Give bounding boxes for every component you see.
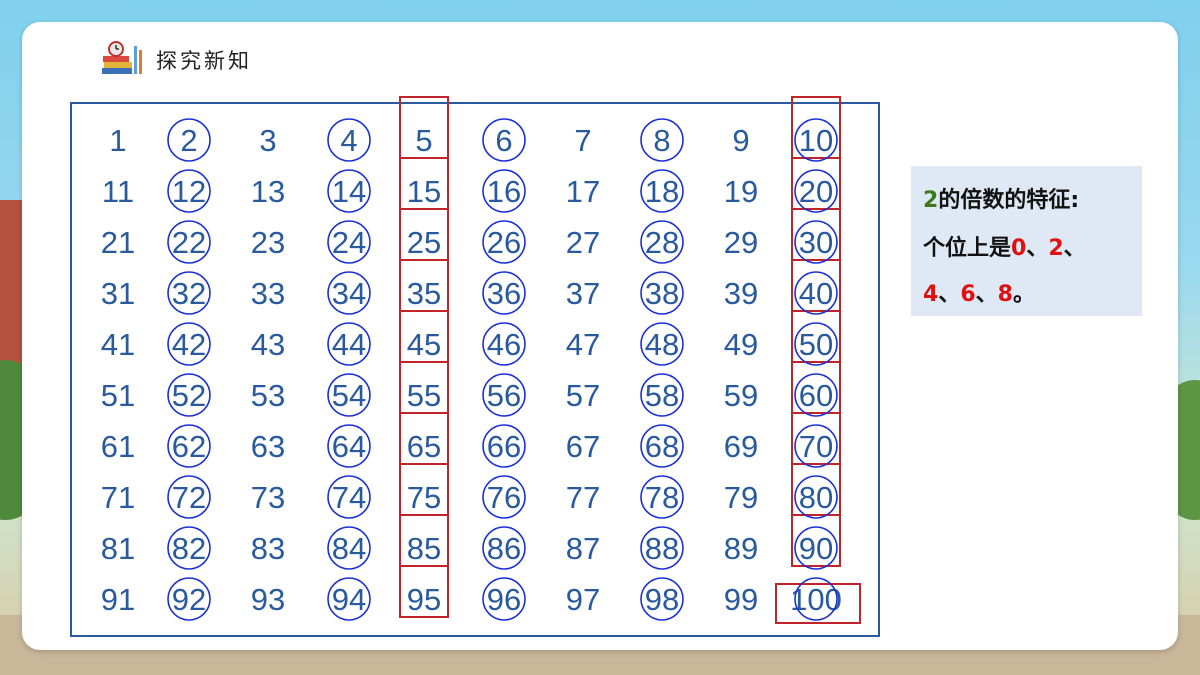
slide-header: 探究新知 xyxy=(100,40,252,80)
rule-heading-text: 的倍数的特征: xyxy=(938,188,1080,213)
digit-8: 8 xyxy=(997,282,1013,307)
period: 。 xyxy=(1012,282,1035,307)
rule-box: 2的倍数的特征: 个位上是0、2、 4、6、8。 xyxy=(911,166,1142,316)
rule-ones-place-text: 个位上是 xyxy=(923,236,1012,261)
stationery-books-icon xyxy=(102,41,142,74)
digit-4: 4 xyxy=(923,282,939,307)
digit-6: 6 xyxy=(960,282,976,307)
separator: 、 xyxy=(1063,236,1086,261)
hundred-chart-frame xyxy=(70,102,880,637)
separator: 、 xyxy=(938,282,961,307)
page-title: 探究新知 xyxy=(156,49,252,73)
rule-line-2: 个位上是0、2、 xyxy=(923,230,1086,262)
rule-title: 2的倍数的特征: xyxy=(923,182,1079,214)
separator: 、 xyxy=(975,282,998,307)
digit-0: 0 xyxy=(1011,236,1027,261)
rule-number: 2 xyxy=(923,188,939,213)
separator: 、 xyxy=(1026,236,1049,261)
digit-2: 2 xyxy=(1048,236,1064,261)
rule-line-3: 4、6、8。 xyxy=(923,276,1035,308)
